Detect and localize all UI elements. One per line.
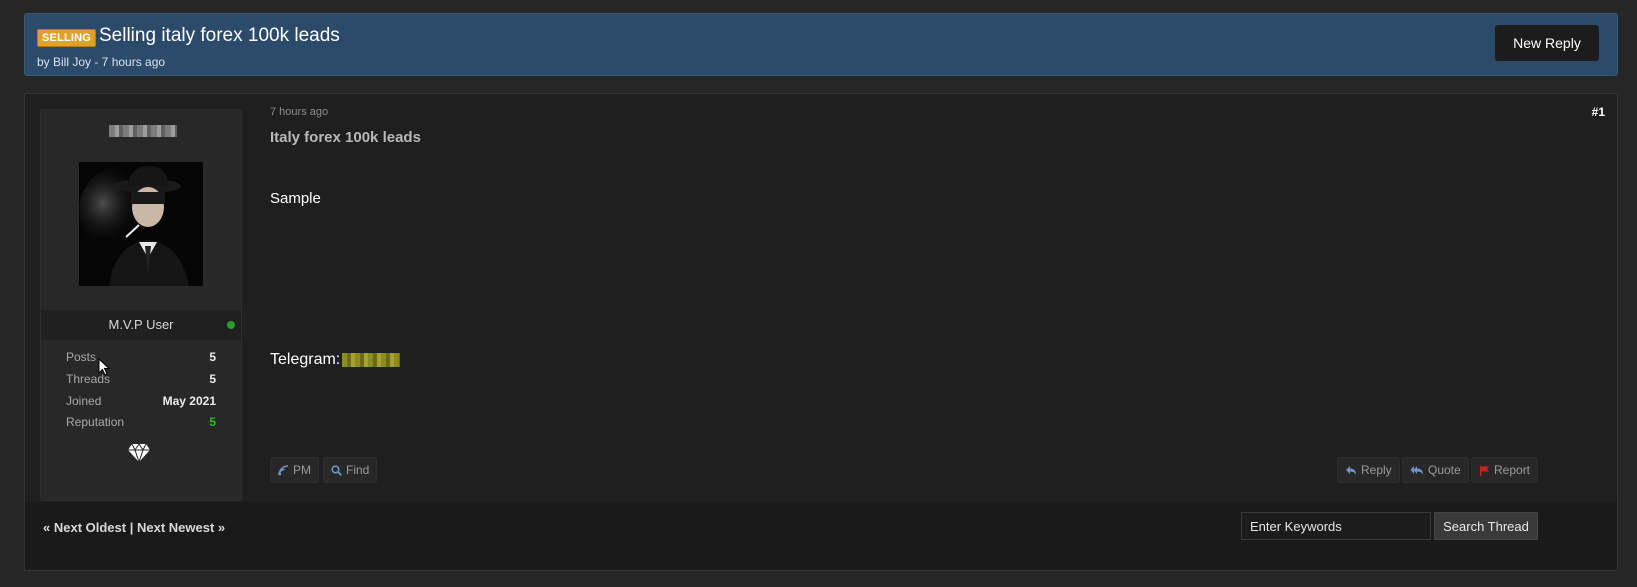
stat-label: Joined (66, 394, 102, 408)
search-icon (331, 465, 342, 476)
post: M.V.P User Posts 5 Threads 5 Joined May … (24, 93, 1618, 571)
stat-reputation: Reputation 5 (66, 415, 216, 435)
redacted-telegram-handle (342, 352, 401, 367)
stat-value: May 2021 (162, 394, 216, 408)
stat-threads: Threads 5 (66, 372, 216, 392)
mouse-cursor-icon (98, 358, 110, 376)
thread-footer: « Next Oldest | Next Newest » Search Thr… (25, 502, 1617, 570)
post-body-text: Sample (270, 190, 321, 207)
nav-separator: | (126, 520, 137, 535)
search-thread-button[interactable]: Search Thread (1434, 512, 1538, 540)
stat-value[interactable]: 5 (209, 415, 216, 429)
new-reply-button[interactable]: New Reply (1495, 25, 1599, 61)
stat-label: Posts (66, 350, 97, 364)
diamond-icon[interactable] (127, 443, 151, 463)
thread-prefix-badge[interactable]: SELLING (37, 29, 97, 47)
avatar-image (79, 162, 203, 286)
avatar[interactable] (79, 162, 203, 286)
reply-button[interactable]: Reply (1337, 457, 1400, 483)
reply-icon (1346, 466, 1356, 475)
post-subject: Italy forex 100k leads (270, 129, 421, 146)
quote-label: Quote (1428, 463, 1461, 477)
report-label: Report (1494, 463, 1531, 477)
user-rank: M.V.P User (41, 310, 241, 340)
post-telegram-line: Telegram: (270, 351, 401, 369)
signal-icon (278, 465, 289, 476)
stat-joined: Joined May 2021 (66, 394, 216, 414)
author-username[interactable] (109, 125, 177, 137)
thread-navigation: « Next Oldest | Next Newest » (43, 520, 225, 535)
flag-icon (1480, 466, 1489, 476)
online-status-icon (227, 321, 235, 329)
stat-value[interactable]: 5 (209, 350, 216, 364)
pm-label: PM (293, 463, 311, 477)
next-newest-link[interactable]: Next Newest » (137, 520, 225, 535)
find-button[interactable]: Find (323, 457, 378, 483)
post-date: 7 hours ago (270, 106, 329, 118)
user-rank-label: M.V.P User (108, 317, 174, 332)
quote-button[interactable]: Quote (1402, 457, 1469, 483)
pm-button[interactable]: PM (270, 457, 319, 483)
thread-title: Selling italy forex 100k leads (99, 25, 340, 46)
thread-meta: by Bill Joy - 7 hours ago (37, 55, 166, 69)
report-button[interactable]: Report (1471, 457, 1539, 483)
thread-header: SELLING Selling italy forex 100k leads b… (24, 13, 1618, 76)
thread-search-input[interactable] (1241, 512, 1431, 540)
next-oldest-link[interactable]: « Next Oldest (43, 520, 126, 535)
reply-label: Reply (1361, 463, 1392, 477)
reply-all-icon (1410, 466, 1423, 475)
stat-posts: Posts 5 (66, 350, 216, 370)
telegram-label: Telegram: (270, 351, 341, 368)
author-panel: M.V.P User Posts 5 Threads 5 Joined May … (40, 109, 242, 501)
stat-value[interactable]: 5 (209, 372, 216, 386)
post-permalink[interactable]: #1 (1592, 105, 1605, 119)
find-label: Find (346, 463, 370, 477)
stat-label: Reputation (66, 415, 125, 429)
